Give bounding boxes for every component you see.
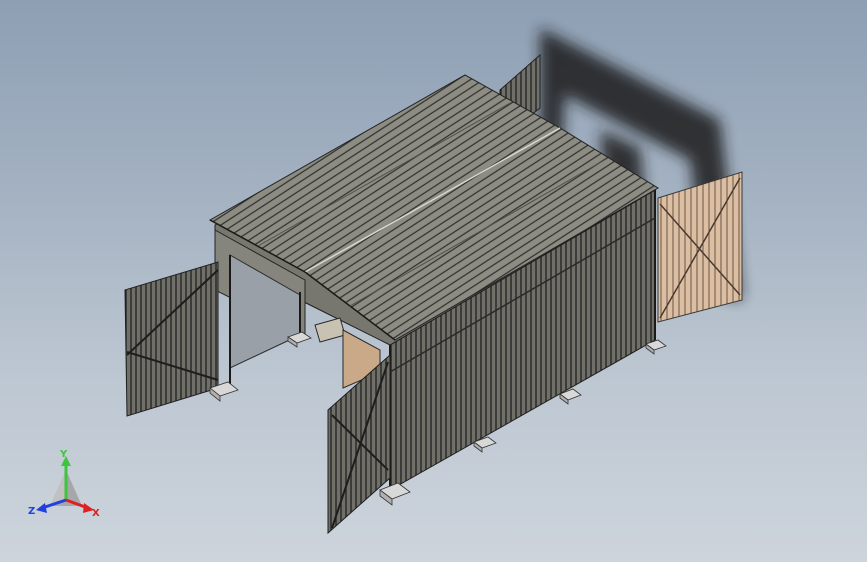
graphics-viewport[interactable]: Y X Z: [0, 0, 867, 562]
y-axis-label: Y: [59, 449, 68, 460]
z-axis-arrow: [36, 498, 67, 513]
x-axis-label: X: [92, 508, 100, 519]
rear-door-right[interactable]: [657, 171, 743, 323]
cad-model-scene[interactable]: [0, 0, 867, 562]
axis-triad[interactable]: Y X Z: [26, 448, 106, 526]
front-door-right[interactable]: [327, 353, 391, 535]
z-axis-label: Z: [28, 506, 35, 517]
front-door-left[interactable]: [124, 261, 219, 417]
foundation-pad: [379, 482, 411, 506]
